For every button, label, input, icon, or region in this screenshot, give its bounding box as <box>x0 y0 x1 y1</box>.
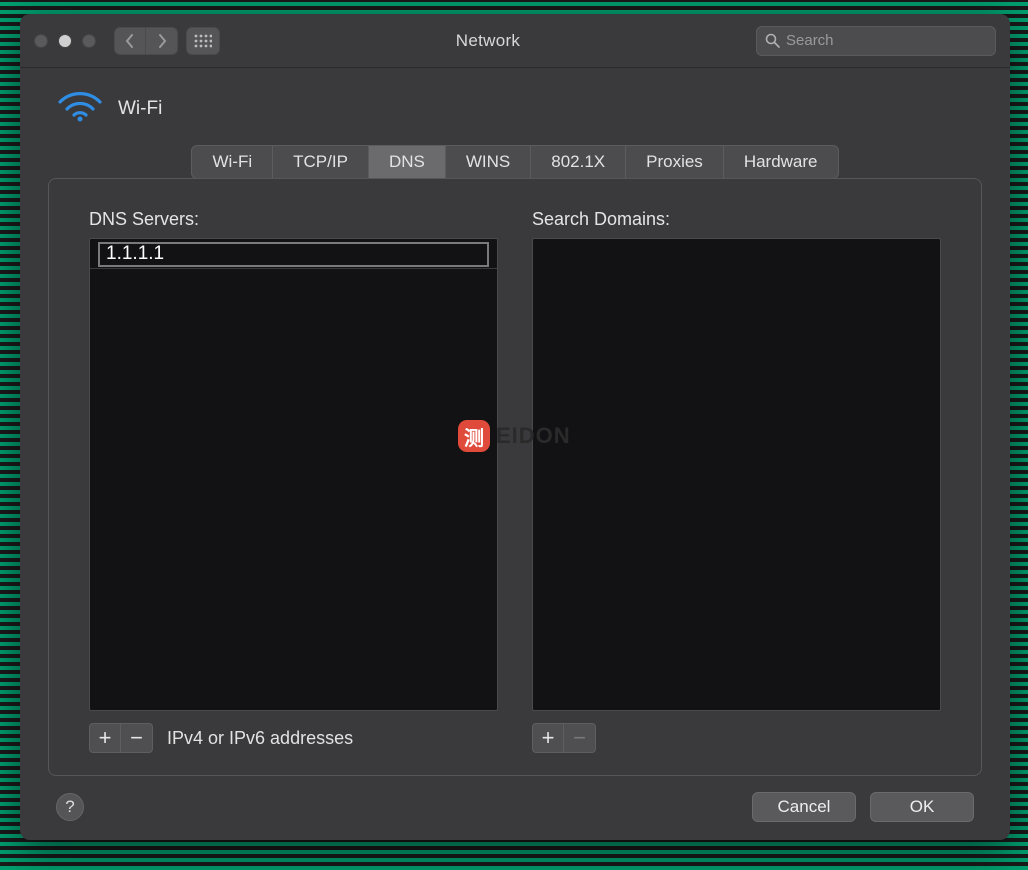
remove-dns-server-button[interactable]: − <box>121 723 153 753</box>
preferences-window: Network Wi-Fi Wi-FiTCP/IPDNSWINS802.1XPr… <box>20 14 1010 840</box>
dns-servers-pm: + − <box>89 723 153 753</box>
cancel-button[interactable]: Cancel <box>752 792 856 822</box>
minimize-window-button[interactable] <box>58 34 72 48</box>
grid-icon <box>194 34 212 48</box>
ok-button[interactable]: OK <box>870 792 974 822</box>
dns-servers-label: DNS Servers: <box>89 209 498 230</box>
tab-proxies[interactable]: Proxies <box>626 145 724 179</box>
search-input[interactable] <box>786 32 987 49</box>
dns-panel: DNS Servers: + − IPv4 or IPv6 addresses … <box>48 178 982 776</box>
dns-hint: IPv4 or IPv6 addresses <box>167 728 353 749</box>
wifi-icon <box>58 90 102 127</box>
dns-server-row[interactable] <box>90 239 497 269</box>
search-domains-pm: + − <box>532 723 596 753</box>
search-domains-label: Search Domains: <box>532 209 941 230</box>
search-domains-list[interactable] <box>532 238 941 711</box>
dns-servers-column: DNS Servers: + − IPv4 or IPv6 addresses <box>89 209 498 753</box>
remove-search-domain-button[interactable]: − <box>564 723 596 753</box>
dns-servers-list[interactable] <box>89 238 498 711</box>
zoom-window-button[interactable] <box>82 34 96 48</box>
search-field[interactable] <box>756 26 996 56</box>
add-search-domain-button[interactable]: + <box>532 723 564 753</box>
back-button[interactable] <box>114 27 146 55</box>
traffic-lights <box>34 34 96 48</box>
tab-wifi[interactable]: Wi-Fi <box>191 145 273 179</box>
tab-dns[interactable]: DNS <box>369 145 446 179</box>
add-dns-server-button[interactable]: + <box>89 723 121 753</box>
footer: ? Cancel OK <box>48 792 982 822</box>
close-window-button[interactable] <box>34 34 48 48</box>
forward-button[interactable] <box>146 27 178 55</box>
window-title: Network <box>220 31 756 51</box>
service-header: Wi-Fi <box>58 90 982 127</box>
search-icon <box>765 33 780 48</box>
content-area: Wi-Fi Wi-FiTCP/IPDNSWINS802.1XProxiesHar… <box>20 68 1010 840</box>
dns-server-input[interactable] <box>100 244 487 265</box>
service-name: Wi-Fi <box>118 98 162 120</box>
nav-buttons <box>114 27 178 55</box>
tab-wins[interactable]: WINS <box>446 145 531 179</box>
tab-8021x[interactable]: 802.1X <box>531 145 626 179</box>
titlebar: Network <box>20 14 1010 68</box>
tab-hardware[interactable]: Hardware <box>724 145 839 179</box>
help-button[interactable]: ? <box>56 793 84 821</box>
tab-tcpip[interactable]: TCP/IP <box>273 145 369 179</box>
chevron-left-icon <box>127 35 132 47</box>
tab-bar: Wi-FiTCP/IPDNSWINS802.1XProxiesHardware <box>48 145 982 179</box>
show-all-button[interactable] <box>186 27 220 55</box>
chevron-right-icon <box>160 35 165 47</box>
search-domains-column: Search Domains: + − <box>532 209 941 753</box>
